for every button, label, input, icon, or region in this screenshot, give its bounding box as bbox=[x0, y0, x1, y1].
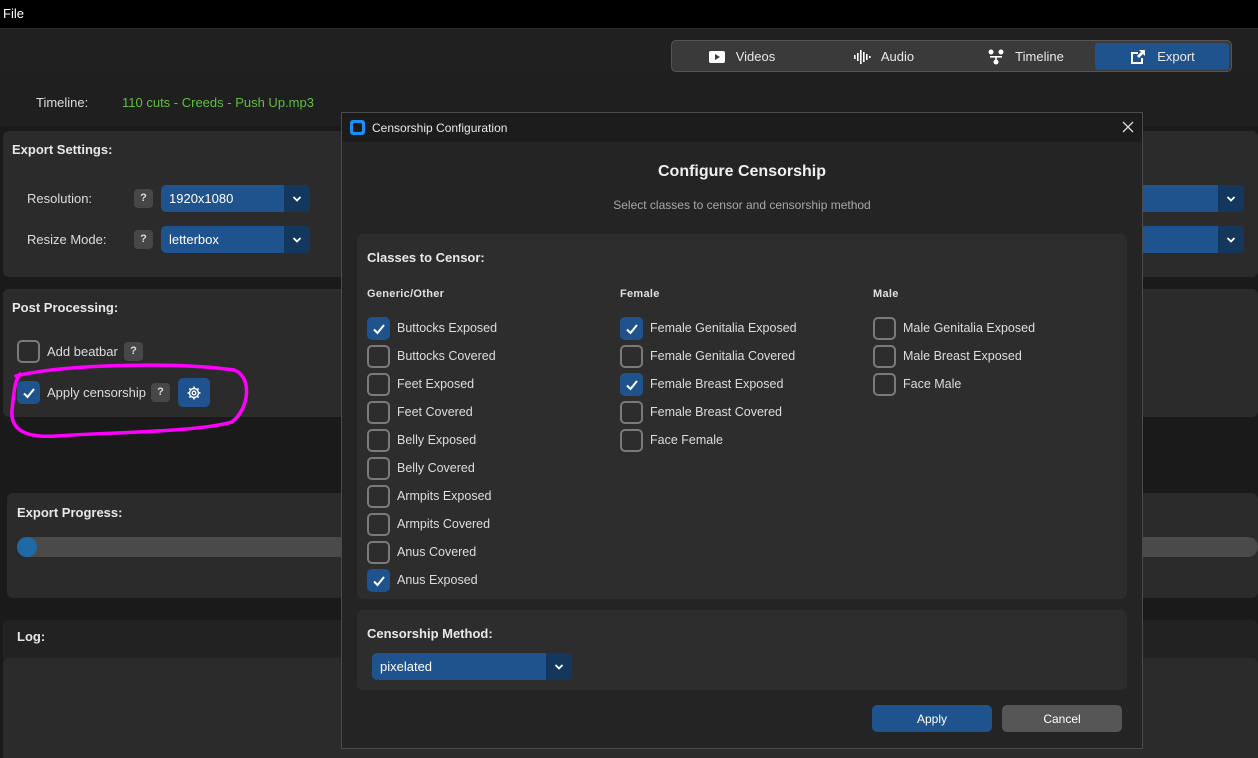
export-icon bbox=[1131, 49, 1146, 64]
post-processing-title: Post Processing: bbox=[12, 300, 119, 315]
tab-videos[interactable]: Videos bbox=[674, 43, 809, 70]
tab-label: Audio bbox=[880, 49, 915, 64]
class-checkbox[interactable] bbox=[367, 317, 390, 340]
tab-label: Timeline bbox=[1015, 49, 1064, 64]
class-checkbox[interactable] bbox=[367, 541, 390, 564]
method-title: Censorship Method: bbox=[367, 626, 493, 641]
resize-mode-select[interactable]: letterbox bbox=[161, 226, 310, 253]
class-checkbox[interactable] bbox=[620, 317, 643, 340]
class-checkbox[interactable] bbox=[620, 429, 643, 452]
class-checkbox[interactable] bbox=[367, 429, 390, 452]
chevron-down-icon bbox=[546, 653, 572, 680]
class-label: Face Female bbox=[650, 433, 723, 447]
resolution-help-button[interactable]: ? bbox=[134, 189, 153, 208]
beatbar-help-button[interactable]: ? bbox=[124, 342, 143, 361]
class-label: Belly Exposed bbox=[397, 433, 477, 447]
column-header-male: Male bbox=[873, 288, 899, 300]
class-label: Feet Exposed bbox=[397, 377, 475, 391]
timeline-icon bbox=[988, 49, 1004, 64]
export-settings-title: Export Settings: bbox=[12, 142, 113, 157]
class-checkbox[interactable] bbox=[367, 457, 390, 480]
checkmark-icon bbox=[626, 380, 638, 391]
timeline-value: 110 cuts - Creeds - Push Up.mp3 bbox=[122, 95, 314, 110]
menu-bar: File bbox=[0, 0, 1258, 29]
checkmark-icon bbox=[626, 324, 638, 335]
resolution-value: 1920x1080 bbox=[169, 191, 234, 206]
resize-mode-label: Resize Mode: bbox=[27, 232, 107, 247]
log-title: Log: bbox=[17, 629, 46, 644]
apply-button[interactable]: Apply bbox=[872, 705, 992, 732]
dialog-heading: Configure Censorship bbox=[657, 163, 826, 180]
class-checkbox[interactable] bbox=[873, 373, 896, 396]
class-label: Female Genitalia Covered bbox=[650, 349, 796, 363]
class-checkbox[interactable] bbox=[620, 345, 643, 368]
checkmark-icon bbox=[373, 576, 385, 587]
export-progress-title: Export Progress: bbox=[17, 505, 123, 520]
class-label: Feet Covered bbox=[397, 405, 473, 419]
chevron-down-icon bbox=[1218, 226, 1244, 253]
class-label: Buttocks Exposed bbox=[397, 321, 498, 335]
tab-label: Videos bbox=[735, 49, 776, 64]
resize-mode-value: letterbox bbox=[169, 232, 219, 247]
tab-bar: Videos Audio Timeline Export bbox=[671, 40, 1232, 72]
resolution-select[interactable]: 1920x1080 bbox=[161, 185, 310, 212]
class-label: Armpits Covered bbox=[397, 517, 491, 531]
class-label: Armpits Exposed bbox=[397, 489, 492, 503]
app-icon bbox=[350, 120, 365, 135]
class-label: Male Genitalia Exposed bbox=[903, 321, 1036, 335]
audio-wave-icon bbox=[853, 49, 871, 64]
dialog-subtitle: Select classes to censor and censorship … bbox=[613, 198, 871, 212]
class-checkbox[interactable] bbox=[620, 373, 643, 396]
dialog-titlebar: Censorship Configuration bbox=[342, 113, 1142, 142]
class-checkbox[interactable] bbox=[367, 513, 390, 536]
class-label: Belly Covered bbox=[397, 461, 475, 475]
class-label: Female Breast Exposed bbox=[650, 377, 784, 391]
beatbar-label: Add beatbar bbox=[47, 344, 118, 359]
method-panel: Censorship Method: pixelated bbox=[357, 610, 1127, 690]
class-label: Male Breast Exposed bbox=[903, 349, 1022, 363]
class-checkbox[interactable] bbox=[367, 401, 390, 424]
class-label: Anus Exposed bbox=[397, 573, 478, 587]
video-icon bbox=[708, 50, 725, 63]
tab-export[interactable]: Export bbox=[1095, 43, 1229, 70]
method-value: pixelated bbox=[380, 659, 433, 674]
method-select[interactable]: pixelated bbox=[372, 653, 572, 680]
class-label: Anus Covered bbox=[397, 545, 477, 559]
close-icon[interactable] bbox=[1118, 117, 1138, 137]
export-progress-fill bbox=[17, 537, 37, 557]
column-header-female: Female bbox=[620, 288, 660, 300]
class-label: Buttocks Covered bbox=[397, 349, 496, 363]
class-checkbox[interactable] bbox=[367, 345, 390, 368]
chevron-down-icon bbox=[1218, 185, 1244, 212]
class-checkbox[interactable] bbox=[873, 345, 896, 368]
censorship-dialog: Censorship Configuration Configure Censo… bbox=[341, 112, 1143, 749]
menu-file[interactable]: File bbox=[3, 6, 24, 21]
tab-timeline[interactable]: Timeline bbox=[958, 43, 1093, 70]
cancel-button[interactable]: Cancel bbox=[1002, 705, 1122, 732]
tab-label: Export bbox=[1157, 49, 1195, 64]
class-checkbox[interactable] bbox=[620, 401, 643, 424]
resize-mode-help-button[interactable]: ? bbox=[134, 230, 153, 249]
timeline-label: Timeline: bbox=[36, 95, 89, 110]
class-label: Face Male bbox=[903, 377, 962, 391]
class-checkbox[interactable] bbox=[873, 317, 896, 340]
resolution-label: Resolution: bbox=[27, 191, 93, 206]
dialog-window-title: Censorship Configuration bbox=[372, 121, 508, 135]
class-label: Female Genitalia Exposed bbox=[650, 321, 797, 335]
class-checkbox[interactable] bbox=[367, 569, 390, 592]
classes-panel: Classes to Censor: Generic/Other Female … bbox=[357, 234, 1127, 599]
class-label: Female Breast Covered bbox=[650, 405, 783, 419]
class-checkbox[interactable] bbox=[367, 373, 390, 396]
class-checkbox[interactable] bbox=[367, 485, 390, 508]
annotation-highlight bbox=[10, 363, 249, 439]
chevron-down-icon bbox=[284, 226, 310, 253]
checkmark-icon bbox=[373, 324, 385, 335]
column-header-generic: Generic/Other bbox=[367, 288, 445, 300]
chevron-down-icon bbox=[284, 185, 310, 212]
classes-title: Classes to Censor: bbox=[367, 250, 485, 265]
tab-audio[interactable]: Audio bbox=[816, 43, 951, 70]
